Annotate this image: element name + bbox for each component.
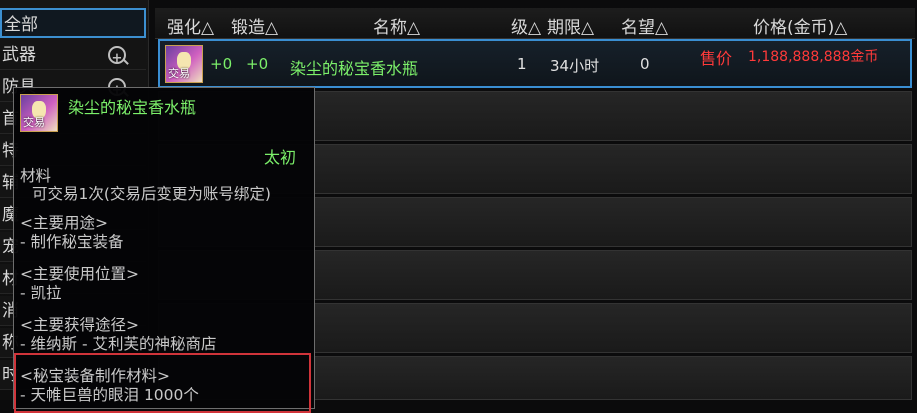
sort-price[interactable]: 价格(金币)△	[753, 13, 847, 38]
perfume-bottle-icon: 交易	[165, 45, 203, 83]
level-value: 1	[517, 55, 527, 73]
trade-rule: 可交易1次(交易后变更为账号绑定)	[32, 185, 271, 203]
sort-reputation[interactable]: 名望△	[621, 13, 668, 38]
sort-forge[interactable]: 锻造△	[231, 13, 278, 38]
reputation-value: 0	[640, 55, 650, 73]
trade-tag: 交易	[23, 116, 45, 129]
enhance-value: +0	[210, 55, 233, 73]
tooltip-item-name: 染尘的秘宝香水瓶	[68, 98, 197, 117]
sort-enhance[interactable]: 强化△	[167, 13, 214, 38]
sort-level[interactable]: 级△	[511, 13, 541, 38]
highlight-box	[14, 353, 311, 413]
perfume-bottle-icon: 交易	[20, 94, 58, 132]
source-value: - 维纳斯 - 艾利芙的神秘商店	[20, 335, 217, 353]
item-name: 染尘的秘宝香水瓶	[290, 59, 419, 78]
category-label: 全部	[4, 15, 38, 35]
category-all[interactable]: 全部	[0, 8, 146, 38]
category-weapon[interactable]: 武器	[0, 40, 146, 74]
duration-value: 34小时	[550, 57, 600, 75]
usage-value: - 制作秘宝装备	[20, 233, 124, 251]
forge-value: +0	[246, 55, 269, 73]
price-value: 1,188,888,888金币	[748, 49, 879, 65]
sort-duration[interactable]: 期限△	[547, 13, 594, 38]
rarity-label: 太初	[264, 148, 297, 167]
trade-tag: 交易	[168, 67, 190, 80]
location-value: - 凯拉	[20, 284, 62, 302]
listing-header: 强化△ 锻造△ 名称△ 级△ 期限△ 名望△ 价格(金币)△	[155, 8, 915, 39]
category-label: 武器	[2, 45, 36, 65]
price-label: 售价	[700, 49, 733, 68]
item-tooltip: 交易 染尘的秘宝香水瓶 太初 材料 可交易1次(交易后变更为账号绑定) <主要用…	[13, 87, 315, 413]
listing-row[interactable]: 交易 +0 +0 染尘的秘宝香水瓶 1 34小时 0 售价 1,188,888,…	[158, 39, 912, 88]
zoom-in-icon[interactable]	[108, 44, 126, 74]
sort-name[interactable]: 名称△	[373, 13, 420, 38]
